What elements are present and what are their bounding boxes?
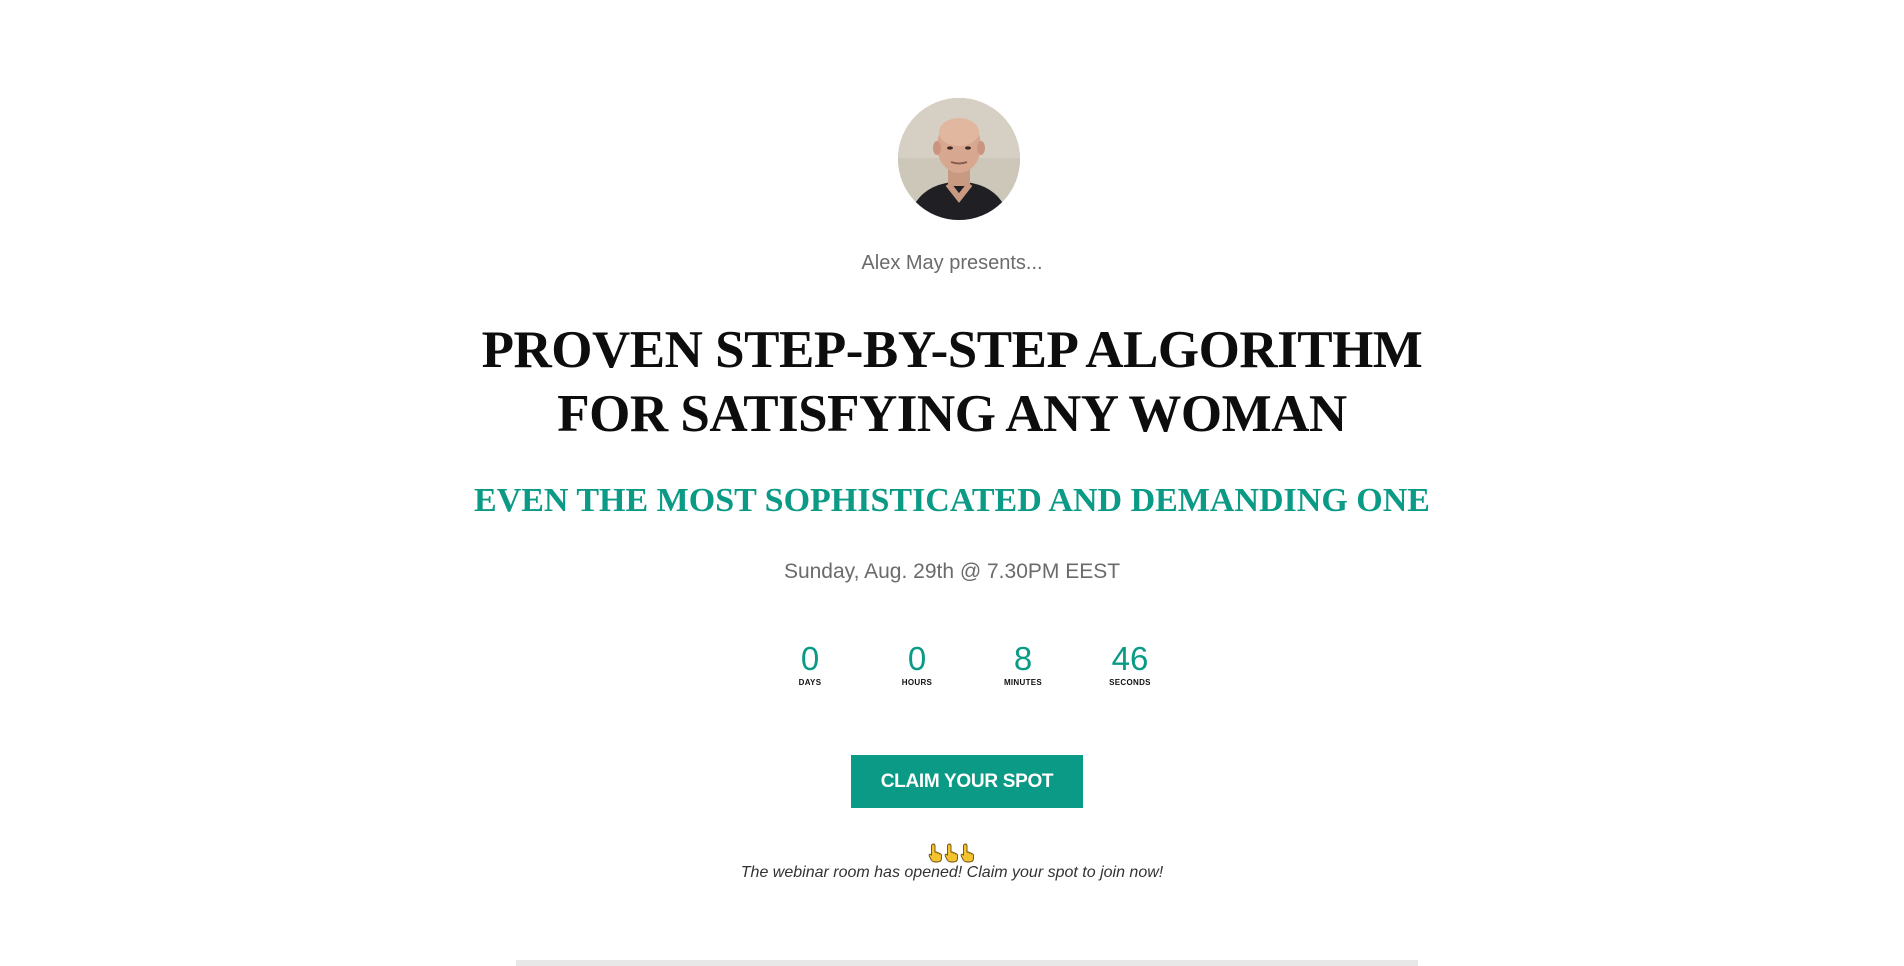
countdown-seconds-value: 46 bbox=[1111, 640, 1149, 677]
title-line-1: PROVEN STEP-BY-STEP ALGORITHM bbox=[481, 321, 1423, 379]
avatar-photo bbox=[898, 98, 1020, 220]
countdown-days-label: DAYS bbox=[798, 678, 822, 687]
registration-page: Alex May presents... PROVEN STEP-BY-STEP… bbox=[0, 0, 1904, 966]
countdown-seconds-label: SECONDS bbox=[1109, 678, 1151, 687]
content-section-edge bbox=[516, 960, 1418, 966]
countdown-minutes: 8 MINUTES bbox=[983, 640, 1063, 687]
pointing-hand-icon bbox=[928, 843, 944, 863]
countdown-timer: 0 DAYS 0 HOURS 8 MINUTES 46 SECONDS bbox=[770, 640, 1151, 696]
title-line-2: FOR SATISFYING ANY WOMAN bbox=[557, 385, 1347, 443]
pointing-hand-icon bbox=[960, 843, 976, 863]
countdown-minutes-label: MINUTES bbox=[1003, 678, 1043, 687]
countdown-days-value: 0 bbox=[800, 640, 820, 677]
presenter-intro: Alex May presents... bbox=[861, 252, 1043, 274]
pointing-hands bbox=[0, 843, 1904, 865]
countdown-hours: 0 HOURS bbox=[877, 640, 957, 687]
page-title: PROVEN STEP-BY-STEP ALGORITHM FOR SATISF… bbox=[452, 318, 1452, 446]
countdown-minutes-value: 8 bbox=[1013, 640, 1033, 677]
claim-spot-button[interactable]: CLAIM YOUR SPOT bbox=[851, 755, 1083, 808]
countdown-seconds: 46 SECONDS bbox=[1090, 640, 1170, 687]
event-datetime: Sunday, Aug. 29th @ 7.30PM EEST bbox=[783, 560, 1121, 583]
countdown-hours-label: HOURS bbox=[901, 678, 933, 687]
presenter-avatar bbox=[898, 98, 1020, 220]
page-subtitle: EVEN THE MOST SOPHISTICATED AND DEMANDIN… bbox=[474, 482, 1430, 519]
pointing-hand-icon bbox=[944, 843, 960, 863]
countdown-hours-value: 0 bbox=[907, 640, 927, 677]
webinar-open-notice: The webinar room has opened! Claim your … bbox=[740, 864, 1164, 881]
countdown-days: 0 DAYS bbox=[770, 640, 850, 687]
